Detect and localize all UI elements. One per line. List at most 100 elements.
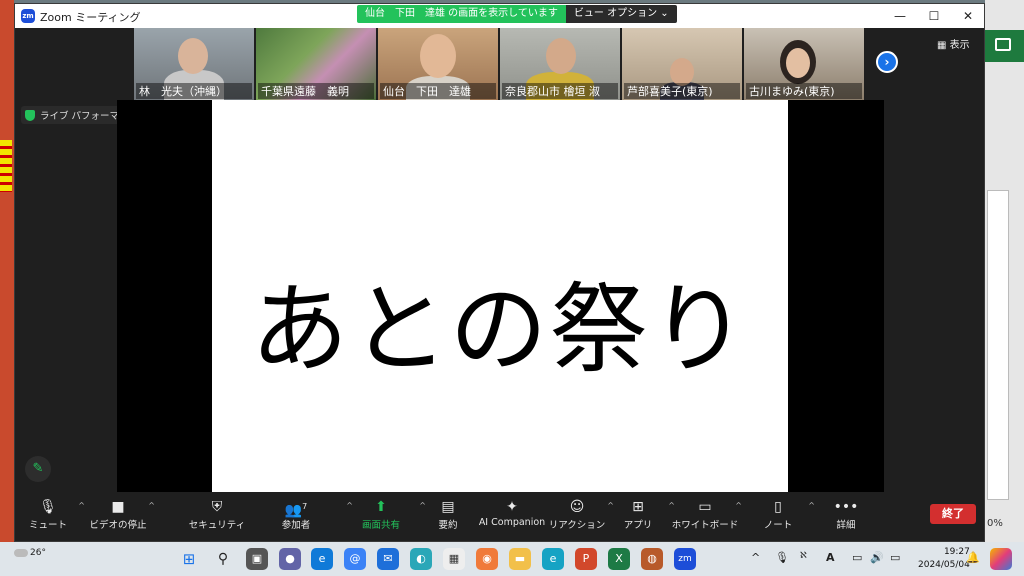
start-windows-icon[interactable]: ⊞ [178, 548, 200, 570]
notification-bell-icon[interactable]: 🔔 [966, 551, 980, 564]
shield-icon: ⛨ [211, 499, 223, 515]
end-meeting-button[interactable]: 終了 [930, 504, 976, 524]
pen-tray-icon[interactable]: ℵ [800, 551, 807, 561]
share-status-text: 仙台 下田 達雄 の画面を表示しています [357, 5, 566, 23]
zoom-window: zm Zoom ミーティング 仙台 下田 達雄 の画面を表示しています ビュー … [14, 3, 985, 542]
participant-name: 奈良郡山市 檜垣 淑 [502, 83, 618, 99]
participant-strip: 林 光夫（沖縄） 千葉県遠藤 義明 仙台 下田 達雄 奈良郡山市 檜垣 淑 芦部… [134, 28, 876, 100]
share-label: 画面共有 [361, 520, 400, 531]
powerpoint-icon[interactable]: P [575, 548, 597, 570]
reactions-label: リアクション [548, 520, 606, 531]
chevron-up-icon[interactable]: ^ [751, 551, 760, 564]
mute-button[interactable]: 🎙 ミュート ^ [13, 497, 85, 531]
pencil-icon[interactable]: ✎ [25, 456, 51, 482]
share-screen-button[interactable]: ⬆ 画面共有 ^ [346, 497, 426, 531]
teams-chat-icon[interactable]: ● [279, 548, 301, 570]
slide-text: あとの祭り [250, 273, 750, 387]
window-title: Zoom ミーティング [40, 11, 141, 24]
security-button[interactable]: ⛨ セキュリティ [182, 497, 252, 531]
view-button[interactable]: ▦ 表示 [937, 36, 970, 51]
video-label: ビデオの停止 [89, 520, 147, 531]
orange-app-icon[interactable]: ◉ [476, 548, 498, 570]
participant-tile[interactable]: 仙台 下田 達雄 [378, 28, 498, 100]
ai-companion-button[interactable]: ✦ AI Companion [477, 497, 547, 528]
chevron-up-icon[interactable]: ^ [735, 501, 742, 510]
background-app-right: 0% [985, 0, 1024, 542]
participants-count: 7 [302, 502, 308, 511]
more-button[interactable]: ••• 詳細 [811, 497, 881, 531]
participant-tile[interactable]: 古川まゆみ(東京) [744, 28, 864, 100]
clock-date: 2024/05/04 [918, 560, 970, 570]
display-icon[interactable]: ▭ [852, 551, 862, 564]
participant-tile[interactable]: 芦部喜美子(東京) [622, 28, 742, 100]
notes-icon: ▯ [774, 499, 782, 515]
video-button[interactable]: ■ ビデオの停止 ^ [83, 497, 155, 531]
shared-screen: あとの祭り [117, 100, 884, 492]
weather-temp: 26° [30, 548, 46, 558]
more-dots-icon: ••• [833, 499, 859, 515]
excel-icon[interactable]: X [608, 548, 630, 570]
more-label: 詳細 [836, 520, 856, 531]
whiteboard-button[interactable]: ▭ ホワイトボード ^ [670, 497, 742, 531]
mail-at-icon[interactable]: @ [344, 548, 366, 570]
participants-button[interactable]: 👥7 参加者 ^ [261, 497, 353, 531]
edge-browser-icon[interactable]: e [311, 548, 333, 570]
summary-label: 要約 [438, 520, 458, 531]
zoom-taskbar-icon[interactable]: zm [674, 548, 696, 570]
ime-indicator[interactable]: A [826, 551, 835, 564]
next-page-arrow-icon[interactable]: › [876, 51, 898, 73]
participant-name: 林 光夫（沖縄） [136, 83, 252, 99]
ai-companion-label: AI Companion [478, 517, 546, 528]
volume-icon[interactable]: 🔊 [870, 551, 884, 564]
summary-icon: ▤ [441, 499, 455, 515]
summary-button[interactable]: ▤ 要約 [413, 497, 483, 531]
firefox-icon[interactable]: ◍ [641, 548, 663, 570]
participant-tile[interactable]: 千葉県遠藤 義明 [256, 28, 376, 100]
mail-envelope-icon[interactable]: ✉ [377, 548, 399, 570]
microphone-icon[interactable]: 🎙 [775, 551, 789, 564]
zoom-logo-icon: zm [21, 9, 35, 23]
security-label: セキュリティ [188, 520, 246, 531]
participant-name: 仙台 下田 達雄 [380, 83, 496, 99]
apps-label: アプリ [623, 520, 653, 531]
search-icon[interactable]: ⚲ [212, 548, 234, 570]
notes-button[interactable]: ▯ ノート ^ [743, 497, 815, 531]
chevron-down-icon: ⌄ [660, 8, 669, 19]
weather-widget[interactable]: 26° [14, 548, 46, 558]
close-button[interactable]: ✕ [951, 4, 985, 28]
background-zoom-percent: 0% [987, 518, 1003, 529]
comment-icon[interactable] [985, 30, 1024, 62]
microphone-icon: 🎙 [39, 499, 57, 515]
task-view-icon[interactable]: ▣ [246, 548, 268, 570]
camera-icon: ■ [111, 499, 125, 515]
participant-name: 芦部喜美子(東京) [624, 83, 740, 99]
view-button-label: 表示 [949, 40, 970, 51]
battery-icon[interactable]: ▭ [890, 551, 900, 564]
minimize-button[interactable]: — [883, 4, 917, 28]
grid-icon: ▦ [937, 40, 947, 51]
meeting-toolbar: 🎙 ミュート ^ ■ ビデオの停止 ^ ⛨ セキュリティ 👥7 参加者 ^ ⬆ 画面共有 ^ ▤ 要… [15, 493, 984, 541]
clock-time: 19:27 [943, 547, 970, 557]
apps-button[interactable]: ⊞ アプリ ^ [603, 497, 675, 531]
shared-slide: あとの祭り [212, 100, 788, 492]
globe-app-icon[interactable]: ◐ [410, 548, 432, 570]
smiley-icon: ☺ [569, 499, 585, 515]
copilot-icon[interactable] [990, 548, 1012, 570]
maximize-button[interactable]: ☐ [917, 4, 951, 28]
clock[interactable]: 19:27 2024/05/04 [918, 546, 970, 572]
store-bag-icon[interactable]: ▦ [443, 548, 465, 570]
browser-e-icon[interactable]: e [542, 548, 564, 570]
participants-label: 参加者 [281, 520, 311, 531]
participant-name: 千葉県遠藤 義明 [258, 83, 374, 99]
chevron-up-icon[interactable]: ^ [148, 501, 155, 510]
share-banner: 仙台 下田 達雄 の画面を表示しています ビュー オプション ⌄ [357, 5, 677, 23]
title-bar: zm Zoom ミーティング 仙台 下田 達雄 の画面を表示しています ビュー … [15, 4, 984, 28]
mute-label: ミュート [28, 520, 67, 531]
participant-tile[interactable]: 奈良郡山市 檜垣 淑 [500, 28, 620, 100]
people-icon: 👥7 [284, 502, 308, 519]
view-options-button[interactable]: ビュー オプション ⌄ [565, 5, 677, 23]
participant-tile[interactable]: 林 光夫（沖縄） [134, 28, 254, 100]
folder-icon[interactable]: ▬ [509, 548, 531, 570]
apps-icon: ⊞ [632, 499, 644, 515]
reactions-button[interactable]: ☺ リアクション ^ [542, 497, 614, 531]
